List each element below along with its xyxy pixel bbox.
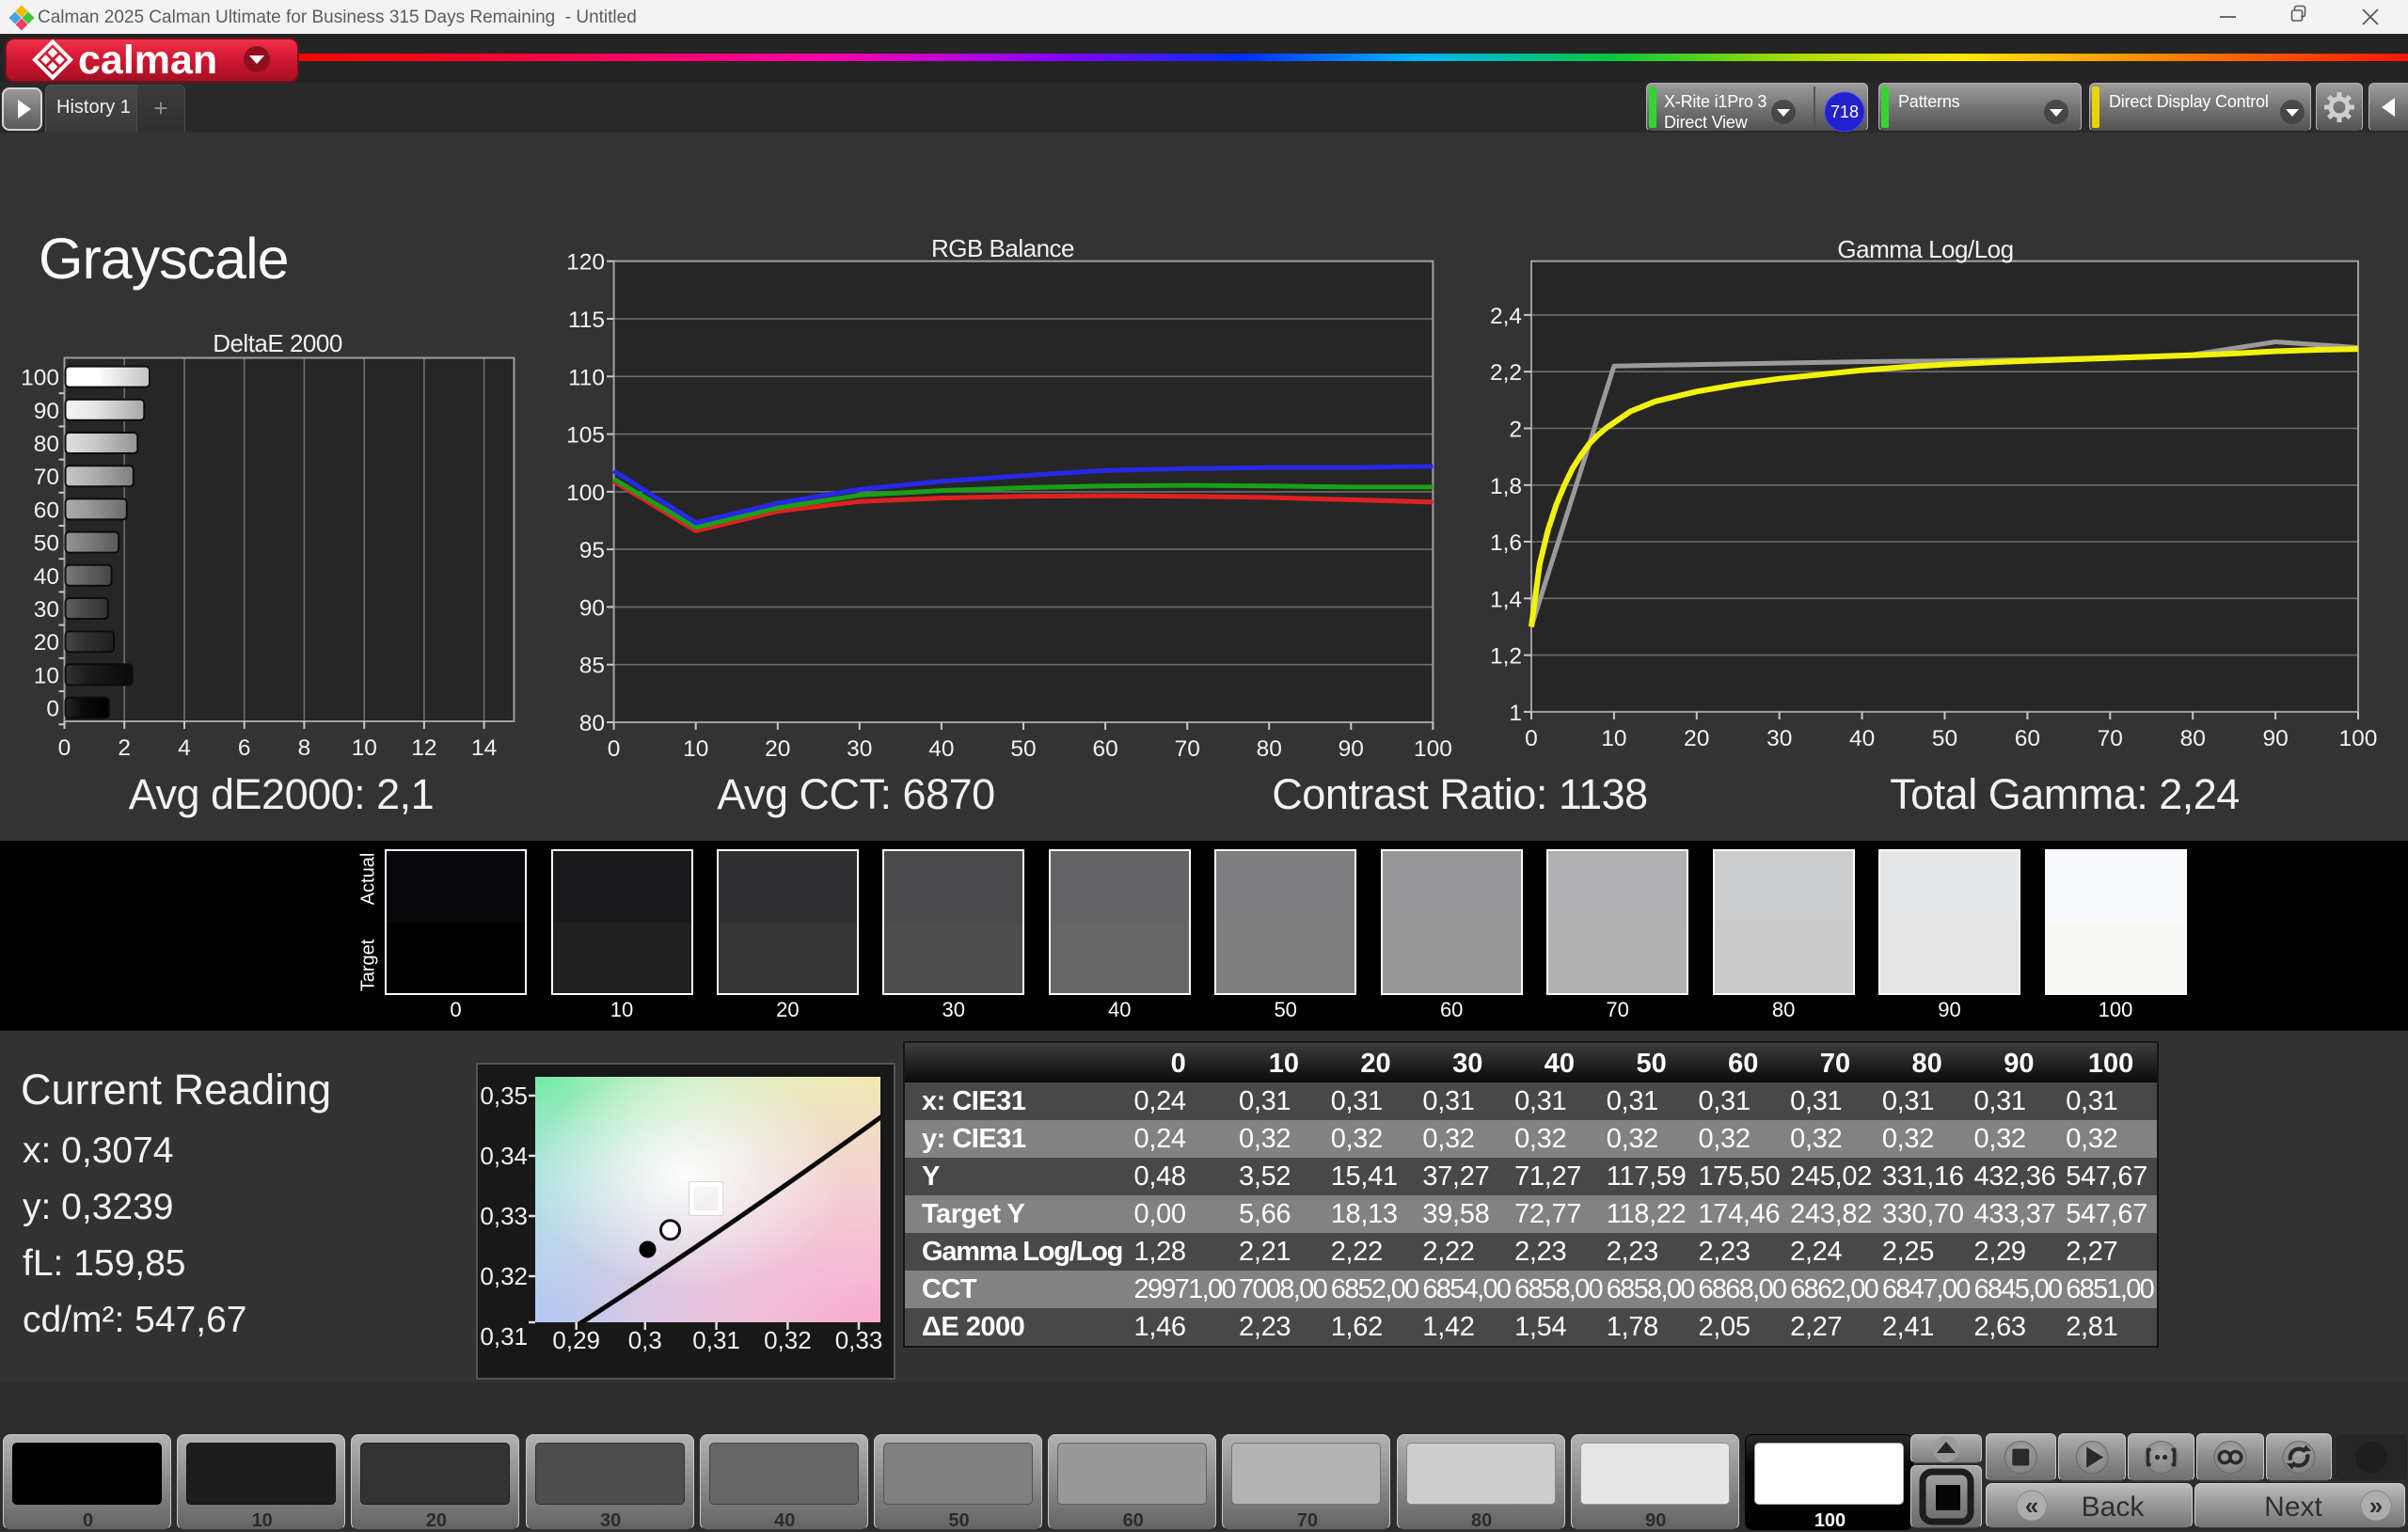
- svg-text:100: 100: [2339, 726, 2378, 751]
- svg-text:60: 60: [34, 498, 59, 523]
- svg-text:Back: Back: [2082, 1492, 2146, 1523]
- svg-text:2,4: 2,4: [1490, 304, 1522, 329]
- svg-text:80: 80: [1257, 736, 1282, 762]
- svg-text:80: 80: [34, 432, 59, 457]
- svg-text:0: 0: [1525, 726, 1538, 751]
- svg-text:50: 50: [1010, 736, 1036, 762]
- svg-text:1,4: 1,4: [1490, 587, 1522, 612]
- svg-text:80: 80: [579, 711, 605, 736]
- svg-text:10: 10: [1601, 726, 1626, 751]
- svg-text:90: 90: [2262, 726, 2288, 751]
- svg-text:85: 85: [579, 654, 605, 679]
- svg-text:90: 90: [579, 595, 605, 621]
- svg-text:20: 20: [1684, 726, 1709, 751]
- svg-text:70: 70: [1175, 736, 1200, 762]
- svg-text:40: 40: [928, 736, 954, 762]
- svg-text:0,32: 0,32: [764, 1326, 812, 1354]
- svg-text:100: 100: [21, 366, 59, 391]
- svg-text:70: 70: [34, 465, 59, 490]
- svg-text:40: 40: [34, 564, 59, 590]
- svg-text:50: 50: [34, 531, 59, 557]
- svg-text:0,33: 0,33: [835, 1326, 883, 1354]
- svg-text:95: 95: [579, 538, 605, 563]
- svg-text:0: 0: [58, 735, 71, 761]
- svg-text:12: 12: [411, 735, 436, 761]
- svg-text:40: 40: [1849, 726, 1875, 751]
- svg-text:Gamma Log/Log: Gamma Log/Log: [1837, 235, 2013, 263]
- svg-text:RGB Balance: RGB Balance: [931, 234, 1074, 262]
- svg-text:10: 10: [352, 735, 377, 761]
- svg-text:0,31: 0,31: [480, 1322, 528, 1350]
- svg-text:30: 30: [847, 736, 872, 762]
- svg-text:60: 60: [1092, 736, 1117, 762]
- svg-text:«: «: [2025, 1492, 2038, 1520]
- svg-text:0,34: 0,34: [480, 1142, 528, 1170]
- svg-text:2: 2: [1509, 418, 1522, 443]
- svg-text:60: 60: [2015, 726, 2040, 751]
- svg-text:10: 10: [34, 663, 59, 688]
- svg-text:8: 8: [298, 735, 311, 761]
- svg-text:1: 1: [1509, 701, 1522, 726]
- svg-text:0: 0: [608, 736, 621, 762]
- svg-text:50: 50: [1932, 726, 1957, 751]
- svg-text:105: 105: [566, 423, 605, 449]
- svg-text:70: 70: [2098, 726, 2123, 751]
- svg-text:30: 30: [34, 597, 59, 623]
- svg-text:0,32: 0,32: [480, 1262, 528, 1290]
- svg-text:0,29: 0,29: [552, 1326, 600, 1354]
- svg-text:0,31: 0,31: [692, 1326, 740, 1354]
- svg-text:Total Gamma: 2,24: Total Gamma: 2,24: [1890, 770, 2240, 818]
- svg-text:DeltaE 2000: DeltaE 2000: [213, 329, 342, 357]
- svg-text:20: 20: [765, 736, 790, 762]
- svg-text:Contrast Ratio: 1138: Contrast Ratio: 1138: [1272, 770, 1647, 818]
- svg-text:2: 2: [118, 735, 131, 761]
- svg-text:80: 80: [2180, 726, 2206, 751]
- svg-text:115: 115: [568, 308, 605, 333]
- svg-text:14: 14: [471, 735, 497, 761]
- svg-text:0,3: 0,3: [628, 1326, 662, 1354]
- svg-text:1,6: 1,6: [1490, 530, 1522, 556]
- svg-text:Avg CCT: 6870: Avg CCT: 6870: [717, 770, 994, 818]
- svg-text:0,35: 0,35: [480, 1082, 528, 1110]
- svg-text:10: 10: [683, 736, 708, 762]
- svg-text:110: 110: [568, 365, 605, 390]
- svg-text:30: 30: [1766, 726, 1792, 751]
- svg-text:»: »: [2369, 1492, 2383, 1520]
- svg-text:2,2: 2,2: [1490, 360, 1522, 386]
- svg-text:1,8: 1,8: [1490, 474, 1522, 499]
- svg-text:Next: Next: [2264, 1492, 2322, 1523]
- svg-text:120: 120: [566, 250, 605, 276]
- svg-text:90: 90: [1339, 736, 1364, 762]
- svg-text:100: 100: [1414, 736, 1452, 762]
- svg-text:20: 20: [34, 630, 59, 655]
- svg-text:90: 90: [34, 399, 59, 424]
- svg-text:0: 0: [46, 697, 59, 722]
- svg-text:1,2: 1,2: [1490, 644, 1522, 670]
- svg-text:6: 6: [238, 735, 251, 761]
- svg-text:0,33: 0,33: [480, 1202, 528, 1230]
- svg-text:Avg dE2000: 2,1: Avg dE2000: 2,1: [129, 770, 434, 818]
- svg-text:100: 100: [566, 481, 605, 506]
- svg-text:4: 4: [178, 735, 191, 761]
